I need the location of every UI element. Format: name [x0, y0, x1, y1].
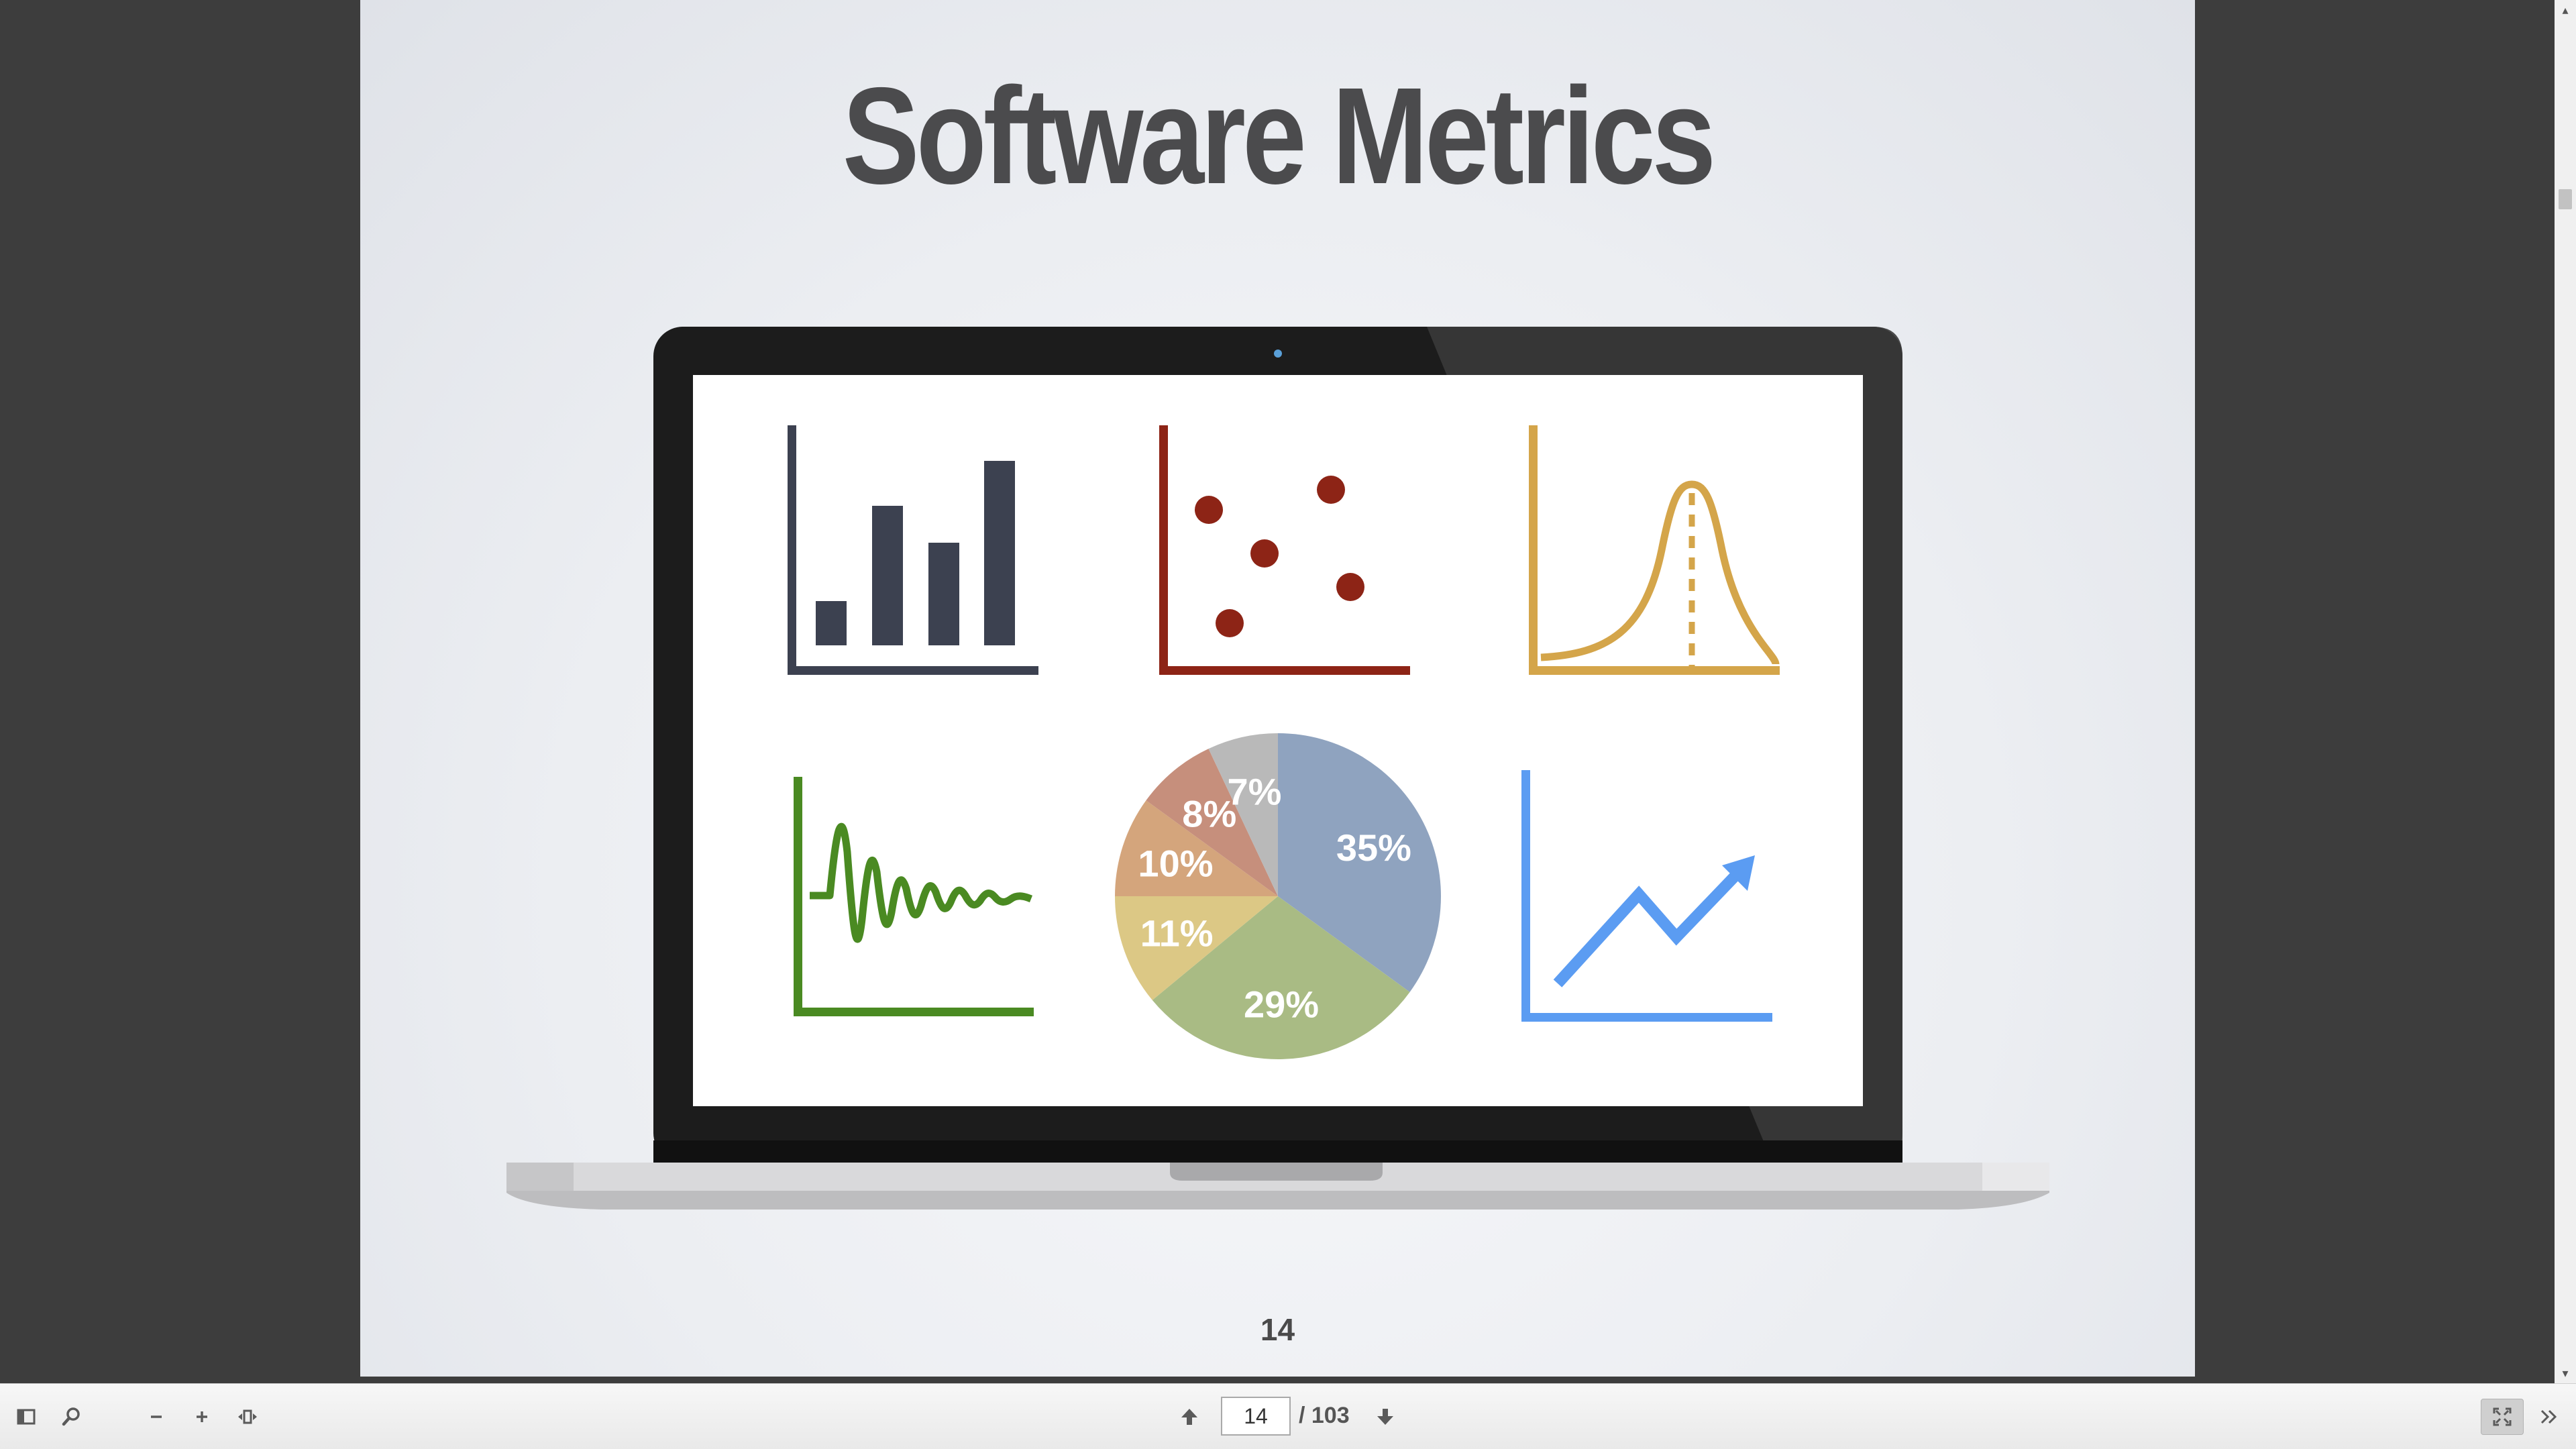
search-icon[interactable] [54, 1399, 90, 1435]
pie-slice-label: 10% [1138, 842, 1213, 884]
pie-slice-label: 35% [1336, 826, 1411, 869]
laptop-notch [1170, 1163, 1383, 1181]
double-chevron-right-icon[interactable] [2530, 1399, 2568, 1435]
fullscreen-icon[interactable] [2481, 1399, 2524, 1435]
webcam [1274, 350, 1282, 358]
fit-width-icon[interactable] [229, 1399, 266, 1435]
page-total-label: / 103 [1299, 1403, 1350, 1428]
laptop-illustration: 35%29%11%10%8%7% [506, 327, 2049, 1210]
document-viewport: Software Metrics 35% 29% 11% 10% 8% 7% 1… [0, 0, 2576, 1383]
pie-chart-icon: 35%29%11%10%8%7% [1115, 733, 1441, 1060]
scrollbar-thumb[interactable] [2559, 189, 2572, 209]
arrow-down-icon[interactable] [1367, 1399, 1403, 1435]
scroll-up-icon[interactable]: ▴ [2555, 0, 2576, 20]
pie-slice-label: 7% [1228, 770, 1282, 812]
plus-icon[interactable] [184, 1399, 220, 1435]
sidebar-toggle-icon[interactable] [8, 1399, 44, 1435]
vertical-scrollbar[interactable]: ▴ ▾ [2555, 0, 2576, 1383]
pie-slice-label: 29% [1244, 983, 1319, 1025]
slide-page: Software Metrics 35% 29% 11% 10% 8% 7% 1… [360, 0, 2195, 1377]
slide-number: 14 [1260, 1312, 1295, 1347]
viewer-toolbar: 14 / 103 [0, 1383, 2576, 1449]
page-number-input[interactable]: 14 [1221, 1397, 1291, 1436]
minus-icon[interactable] [138, 1399, 174, 1435]
pie-slice-label: 11% [1140, 912, 1214, 954]
arrow-up-icon[interactable] [1171, 1399, 1208, 1435]
scroll-down-icon[interactable]: ▾ [2555, 1363, 2576, 1383]
